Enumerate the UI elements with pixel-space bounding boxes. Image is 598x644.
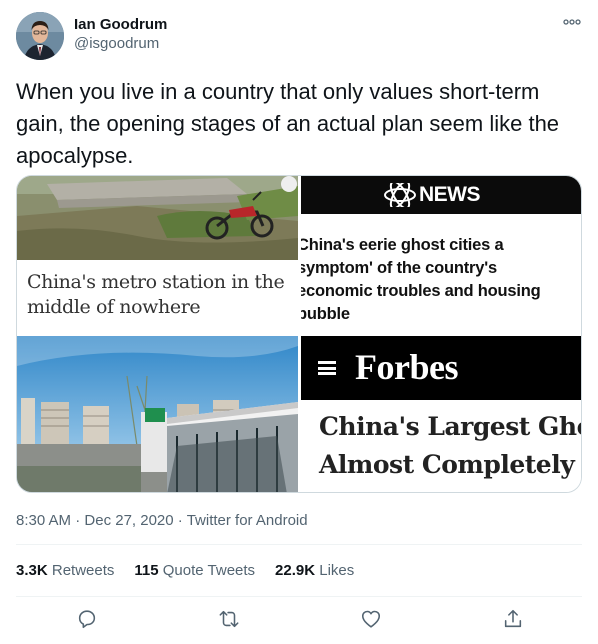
- retweet-button[interactable]: [218, 608, 240, 630]
- retweets-count: 3.3K: [16, 562, 48, 579]
- divider: [16, 596, 582, 597]
- forbes-headline: China's Largest Ghost Almost Completely …: [319, 408, 582, 484]
- metro-caption-line1: China's metro station in the: [27, 271, 285, 293]
- tweet-meta: 8:30 AM · Dec 27, 2020 · Twitter for And…: [16, 511, 308, 531]
- abc-headline-line4: bubble: [301, 305, 350, 323]
- retweet-icon: [219, 610, 239, 628]
- tweet: Ian Goodrum @isgoodrum When you live in …: [0, 0, 598, 644]
- user-avatar-icon: [16, 12, 64, 60]
- media-tile-metro-station[interactable]: [17, 336, 298, 492]
- media-tile-metro-nowhere[interactable]: China's metro station in the middle of n…: [17, 176, 298, 333]
- forbes-headline-line1: China's Largest Ghost: [319, 412, 581, 441]
- abc-headline-line1: China's eerie ghost cities a: [301, 236, 504, 254]
- meta-separator-2: ·: [177, 512, 183, 529]
- quotes-label: Quote Tweets: [162, 562, 256, 579]
- tweet-time[interactable]: 8:30 AM: [16, 512, 71, 529]
- share-icon: [504, 609, 522, 628]
- heart-icon: [361, 610, 381, 628]
- retweets-label: Retweets: [51, 562, 115, 579]
- media-grid: China's metro station in the middle of n…: [16, 175, 582, 493]
- media-tile-abc-news[interactable]: NEWS China's eerie ghost cities a sympto…: [301, 176, 581, 333]
- tweet-header: Ian Goodrum @isgoodrum: [16, 10, 582, 60]
- retweets-stat[interactable]: 3.3K Retweets: [16, 561, 114, 581]
- hamburger-menu-icon: [318, 361, 336, 375]
- reply-icon: [78, 610, 96, 629]
- like-button[interactable]: [360, 608, 382, 630]
- share-button[interactable]: [502, 608, 524, 630]
- abc-news-brand: NEWS: [419, 183, 481, 206]
- tweet-actions: [76, 608, 536, 632]
- display-name[interactable]: Ian Goodrum: [74, 15, 167, 34]
- tweet-source[interactable]: Twitter for Android: [187, 512, 308, 529]
- tweet-stats: 3.3K Retweets 115 Quote Tweets 22.9K Lik…: [16, 561, 354, 581]
- likes-count: 22.9K: [275, 562, 316, 579]
- tweet-date[interactable]: Dec 27, 2020: [84, 512, 173, 529]
- likes-stat[interactable]: 22.9K Likes: [275, 561, 354, 581]
- forbes-brand: Forbes: [355, 347, 458, 387]
- tweet-text: When you live in a country that only val…: [16, 79, 560, 168]
- forbes-headline-line2: Almost Completely F: [319, 450, 582, 479]
- media-tile-forbes[interactable]: Forbes China's Largest Ghost Almost Comp…: [301, 336, 582, 492]
- author-names: Ian Goodrum @isgoodrum: [74, 15, 167, 53]
- divider: [16, 544, 582, 545]
- handle[interactable]: @isgoodrum: [74, 34, 167, 53]
- abc-headline: China's eerie ghost cities a symptom' of…: [301, 234, 581, 326]
- metro-caption: China's metro station in the middle of n…: [27, 270, 297, 320]
- metro-station-photo-icon: [17, 336, 298, 492]
- abc-news-header: NEWS: [301, 176, 581, 214]
- abc-headline-line2: symptom' of the country's: [301, 259, 497, 277]
- reply-button[interactable]: [76, 608, 98, 630]
- field-motorcycle-photo-icon: [17, 176, 298, 260]
- quotes-count: 115: [134, 562, 159, 579]
- more-options-icon[interactable]: [562, 12, 582, 32]
- abc-headline-line3: economic troubles and housing: [301, 282, 541, 300]
- avatar[interactable]: [16, 12, 64, 60]
- likes-label: Likes: [319, 562, 355, 579]
- metro-caption-line2: middle of nowhere: [27, 296, 201, 318]
- meta-separator: ·: [75, 512, 81, 529]
- abc-logo-icon: [384, 183, 416, 207]
- forbes-header: Forbes: [301, 336, 581, 400]
- quote-tweets-stat[interactable]: 115 Quote Tweets: [134, 561, 255, 581]
